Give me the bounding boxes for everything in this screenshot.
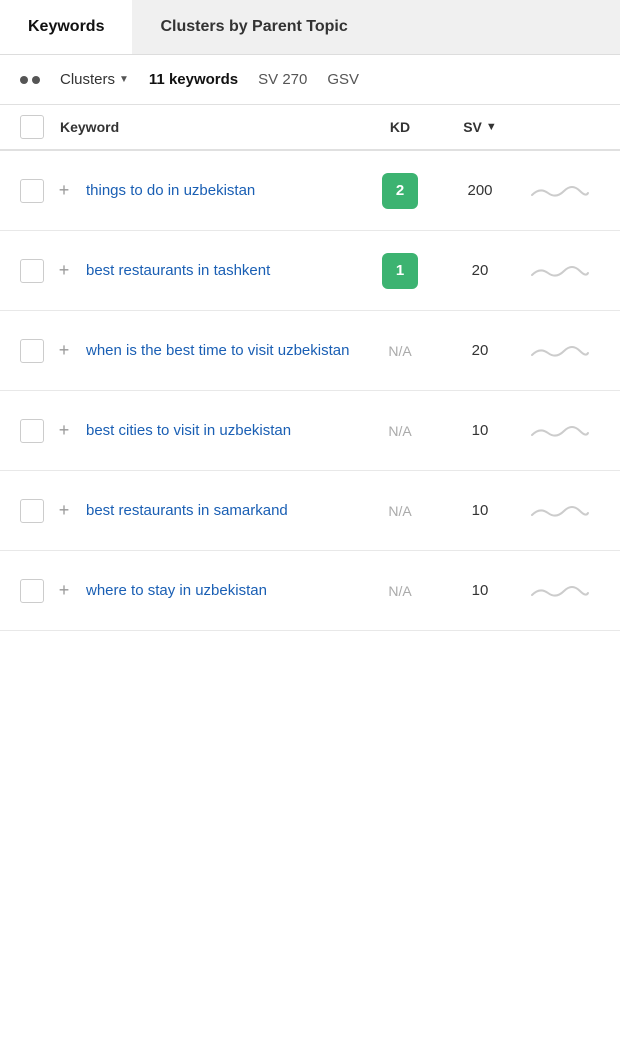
tab-keywords[interactable]: Keywords — [0, 0, 132, 54]
trend-sparkline — [530, 257, 590, 285]
trend-sparkline — [530, 577, 590, 605]
sv-filter-label: SV 270 — [258, 71, 307, 88]
row-keyword-link[interactable]: when is the best time to visit uzbekista… — [76, 340, 360, 361]
row-add-button[interactable]: + — [52, 579, 76, 603]
sort-arrow-icon: ▼ — [486, 121, 497, 133]
select-all-checkbox[interactable] — [20, 115, 44, 139]
row-kd: N/A — [360, 343, 440, 359]
row-sv: 20 — [440, 342, 520, 359]
row-keyword-link[interactable]: things to do in uzbekistan — [76, 180, 360, 201]
row-keyword-link[interactable]: where to stay in uzbekistan — [76, 580, 360, 601]
kd-na: N/A — [388, 423, 411, 439]
row-sv: 10 — [440, 422, 520, 439]
row-kd: N/A — [360, 583, 440, 599]
kd-na: N/A — [388, 583, 411, 599]
header-kd: KD — [360, 119, 440, 135]
table-row: +when is the best time to visit uzbekist… — [0, 311, 620, 391]
keywords-count: 11 keywords — [149, 71, 238, 88]
trend-sparkline — [530, 337, 590, 365]
row-keyword-link[interactable]: best restaurants in tashkent — [76, 260, 360, 281]
trend-sparkline — [530, 177, 590, 205]
trend-sparkline — [530, 417, 590, 445]
chevron-down-icon: ▼ — [119, 74, 129, 85]
row-kd: N/A — [360, 503, 440, 519]
tabs-container: Keywords Clusters by Parent Topic — [0, 0, 620, 55]
row-sv: 10 — [440, 582, 520, 599]
row-trend — [520, 257, 600, 285]
trend-sparkline — [530, 497, 590, 525]
table-body: +things to do in uzbekistan2200 +best re… — [0, 151, 620, 631]
row-trend — [520, 337, 600, 365]
kd-badge: 2 — [382, 173, 418, 209]
gsv-filter-label: GSV — [327, 71, 359, 88]
row-sv: 20 — [440, 262, 520, 279]
row-checkbox[interactable] — [20, 179, 44, 203]
header-sv[interactable]: SV ▼ — [440, 119, 520, 135]
row-trend — [520, 177, 600, 205]
tab-clusters-by-parent-topic[interactable]: Clusters by Parent Topic — [132, 0, 375, 54]
table-row: +things to do in uzbekistan 2 200 — [0, 151, 620, 231]
row-kd: 2 — [360, 173, 440, 209]
row-keyword-link[interactable]: best cities to visit in uzbekistan — [76, 420, 360, 441]
row-checkbox[interactable] — [20, 419, 44, 443]
table-row: +where to stay in uzbekistan N/A 10 — [0, 551, 620, 631]
row-add-button[interactable]: + — [52, 259, 76, 283]
row-checkbox[interactable] — [20, 339, 44, 363]
row-keyword-link[interactable]: best restaurants in samarkand — [76, 500, 360, 521]
row-checkbox[interactable] — [20, 579, 44, 603]
clusters-dots-icon — [20, 76, 40, 84]
filter-bar: Clusters ▼ 11 keywords SV 270 GSV — [0, 55, 620, 105]
row-trend — [520, 417, 600, 445]
row-sv: 200 — [440, 182, 520, 199]
clusters-dropdown[interactable]: Clusters ▼ — [60, 71, 129, 88]
kd-badge: 1 — [382, 253, 418, 289]
row-checkbox[interactable] — [20, 499, 44, 523]
header-checkbox-col — [20, 115, 60, 139]
row-kd: 1 — [360, 253, 440, 289]
table-header: Keyword KD SV ▼ — [0, 105, 620, 151]
row-trend — [520, 497, 600, 525]
kd-na: N/A — [388, 343, 411, 359]
header-keyword: Keyword — [60, 119, 360, 135]
row-kd: N/A — [360, 423, 440, 439]
table-row: +best restaurants in samarkand N/A 10 — [0, 471, 620, 551]
row-sv: 10 — [440, 502, 520, 519]
row-add-button[interactable]: + — [52, 339, 76, 363]
table-row: +best restaurants in tashkent 1 20 — [0, 231, 620, 311]
kd-na: N/A — [388, 503, 411, 519]
row-add-button[interactable]: + — [52, 419, 76, 443]
table-row: +best cities to visit in uzbekistan N/A 10 — [0, 391, 620, 471]
row-add-button[interactable]: + — [52, 179, 76, 203]
row-trend — [520, 577, 600, 605]
row-checkbox[interactable] — [20, 259, 44, 283]
row-add-button[interactable]: + — [52, 499, 76, 523]
